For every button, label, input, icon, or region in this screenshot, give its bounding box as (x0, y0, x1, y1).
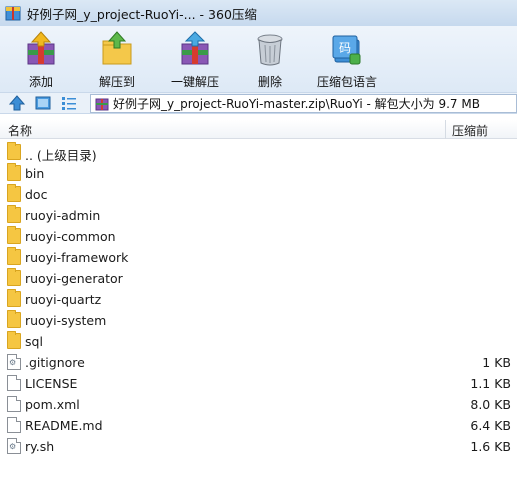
file-name: pom.xml (25, 397, 80, 412)
archive-icon (95, 97, 109, 111)
folder-icon (7, 289, 21, 307)
folder-icon (7, 247, 21, 265)
file-size: 8.0 KB (470, 397, 511, 412)
folder-icon (7, 163, 21, 181)
list-item[interactable]: LICENSE 1.1 KB (0, 373, 517, 394)
extract-to-button[interactable]: 解压到 (82, 26, 152, 92)
list-item[interactable]: doc (0, 184, 517, 205)
list-item[interactable]: ry.sh 1.6 KB (0, 436, 517, 457)
file-name: ruoyi-quartz (25, 292, 102, 307)
compressed-size-column-header[interactable]: 压缩前 (452, 122, 488, 139)
large-icon-view-button[interactable] (34, 95, 52, 111)
script-file-icon (7, 438, 21, 454)
folder-icon (7, 142, 21, 160)
list-item[interactable]: ruoyi-quartz (0, 289, 517, 310)
list-item[interactable]: bin (0, 163, 517, 184)
folder-icon (7, 184, 21, 202)
add-label: 添加 (28, 75, 53, 89)
list-item[interactable]: ruoyi-common (0, 226, 517, 247)
one-click-extract-icon (176, 30, 214, 68)
file-size: 6.4 KB (470, 418, 511, 433)
folder-icon (7, 331, 21, 349)
list-item[interactable]: pom.xml 8.0 KB (0, 394, 517, 415)
folder-icon (7, 226, 21, 244)
encoding-button[interactable]: 码 压缩包语言 (302, 26, 392, 92)
settings-file-icon (7, 354, 21, 370)
file-name: ruoyi-common (25, 229, 116, 244)
address-field[interactable]: 好例子网_y_project-RuoYi-master.zip\RuoYi - … (90, 94, 517, 113)
file-name: .. (上级目录) (25, 148, 97, 163)
archive-app-icon (4, 4, 22, 22)
column-header: 名称 压缩前 (0, 120, 517, 139)
file-name: ry.sh (25, 439, 55, 454)
add-archive-icon (22, 30, 60, 68)
file-name: ruoyi-framework (25, 250, 129, 265)
file-size: 1 KB (482, 355, 511, 370)
list-item[interactable]: ruoyi-generator (0, 268, 517, 289)
file-size: 1.6 KB (470, 439, 511, 454)
folder-icon (7, 310, 21, 328)
icon-view-icon (35, 96, 51, 110)
file-name: README.md (25, 418, 103, 433)
list-view-button[interactable] (60, 95, 78, 111)
one-click-extract-label: 一键解压 (170, 75, 219, 89)
list-item[interactable]: README.md 6.4 KB (0, 415, 517, 436)
document-icon (7, 375, 21, 391)
title-bar: 好例子网_y_project-RuoYi-... - 360压缩 (0, 0, 517, 26)
folder-icon (7, 205, 21, 223)
address-toolbar: 好例子网_y_project-RuoYi-master.zip\RuoYi - … (0, 92, 517, 114)
file-name: ruoyi-admin (25, 208, 101, 223)
list-item[interactable]: ruoyi-framework (0, 247, 517, 268)
file-name: .gitignore (25, 355, 85, 370)
name-column-header[interactable]: 名称 (8, 122, 32, 139)
trash-icon (251, 30, 289, 68)
svg-text:码: 码 (339, 41, 351, 55)
file-name: LICENSE (25, 376, 78, 391)
list-view-icon (62, 97, 76, 110)
file-name: doc (25, 187, 48, 202)
file-name: ruoyi-generator (25, 271, 123, 286)
add-button[interactable]: 添加 (0, 26, 82, 92)
extract-folder-icon (98, 30, 136, 68)
list-item[interactable]: .. (上级目录) (0, 142, 517, 163)
window-title: 好例子网_y_project-RuoYi-... - 360压缩 (27, 6, 257, 22)
document-icon (7, 417, 21, 433)
file-name: sql (25, 334, 43, 349)
document-icon (7, 396, 21, 412)
up-arrow-icon (8, 95, 26, 111)
up-directory-button[interactable] (8, 95, 26, 111)
file-size: 1.1 KB (470, 376, 511, 391)
list-item[interactable]: sql (0, 331, 517, 352)
list-item[interactable]: ruoyi-system (0, 310, 517, 331)
file-name: bin (25, 166, 45, 181)
one-click-extract-button[interactable]: 一键解压 (152, 26, 238, 92)
encoding-label: 压缩包语言 (316, 75, 377, 89)
folder-icon (7, 268, 21, 286)
encoding-icon: 码 (328, 30, 366, 68)
file-name: ruoyi-system (25, 313, 107, 328)
extract-to-label: 解压到 (98, 75, 135, 89)
delete-label: 删除 (257, 75, 282, 89)
list-item[interactable]: ruoyi-admin (0, 205, 517, 226)
list-item[interactable]: .gitignore 1 KB (0, 352, 517, 373)
toolbar: 添加 解压到 一键解压 删除 码 压缩包语言 (0, 26, 517, 92)
delete-button[interactable]: 删除 (238, 26, 302, 92)
address-path: 好例子网_y_project-RuoYi-master.zip\RuoYi - … (113, 97, 480, 111)
column-divider[interactable] (445, 120, 446, 139)
